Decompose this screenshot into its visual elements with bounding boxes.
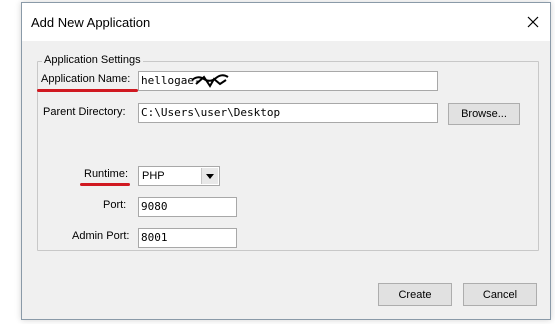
runtime-label: Runtime: <box>84 168 129 180</box>
app-name-input[interactable]: hellogae- <box>138 71 438 91</box>
runtime-select[interactable]: PHP <box>138 166 220 186</box>
chevron-down-icon[interactable] <box>201 168 218 184</box>
close-icon <box>527 16 539 28</box>
cancel-button[interactable]: Cancel <box>463 283 537 306</box>
browse-button[interactable]: Browse... <box>448 103 520 125</box>
group-legend: Application Settings <box>42 54 143 66</box>
parent-directory-input[interactable]: C:\Users\user\Desktop <box>138 103 438 123</box>
dialog-title: Add New Application <box>31 15 151 30</box>
port-input[interactable]: 9080 <box>138 197 237 217</box>
create-button[interactable]: Create <box>378 283 452 306</box>
admin-port-value: 8001 <box>141 231 168 244</box>
admin-port-input[interactable]: 8001 <box>138 228 237 248</box>
app-name-underline <box>37 89 138 92</box>
close-button[interactable] <box>516 3 550 41</box>
admin-port-label: Admin Port: <box>72 230 130 242</box>
parent-directory-value: C:\Users\user\Desktop <box>141 106 281 119</box>
add-application-dialog: Add New Application Application Settings… <box>21 2 551 320</box>
redaction-scribble <box>191 74 229 88</box>
port-label: Port: <box>103 199 127 211</box>
title-bar: Add New Application <box>22 3 550 41</box>
runtime-value: PHP <box>142 170 165 182</box>
parent-directory-label: Parent Directory: <box>43 106 126 118</box>
app-name-label: Application Name: <box>41 73 131 85</box>
runtime-underline <box>80 183 130 186</box>
port-value: 9080 <box>141 200 168 213</box>
